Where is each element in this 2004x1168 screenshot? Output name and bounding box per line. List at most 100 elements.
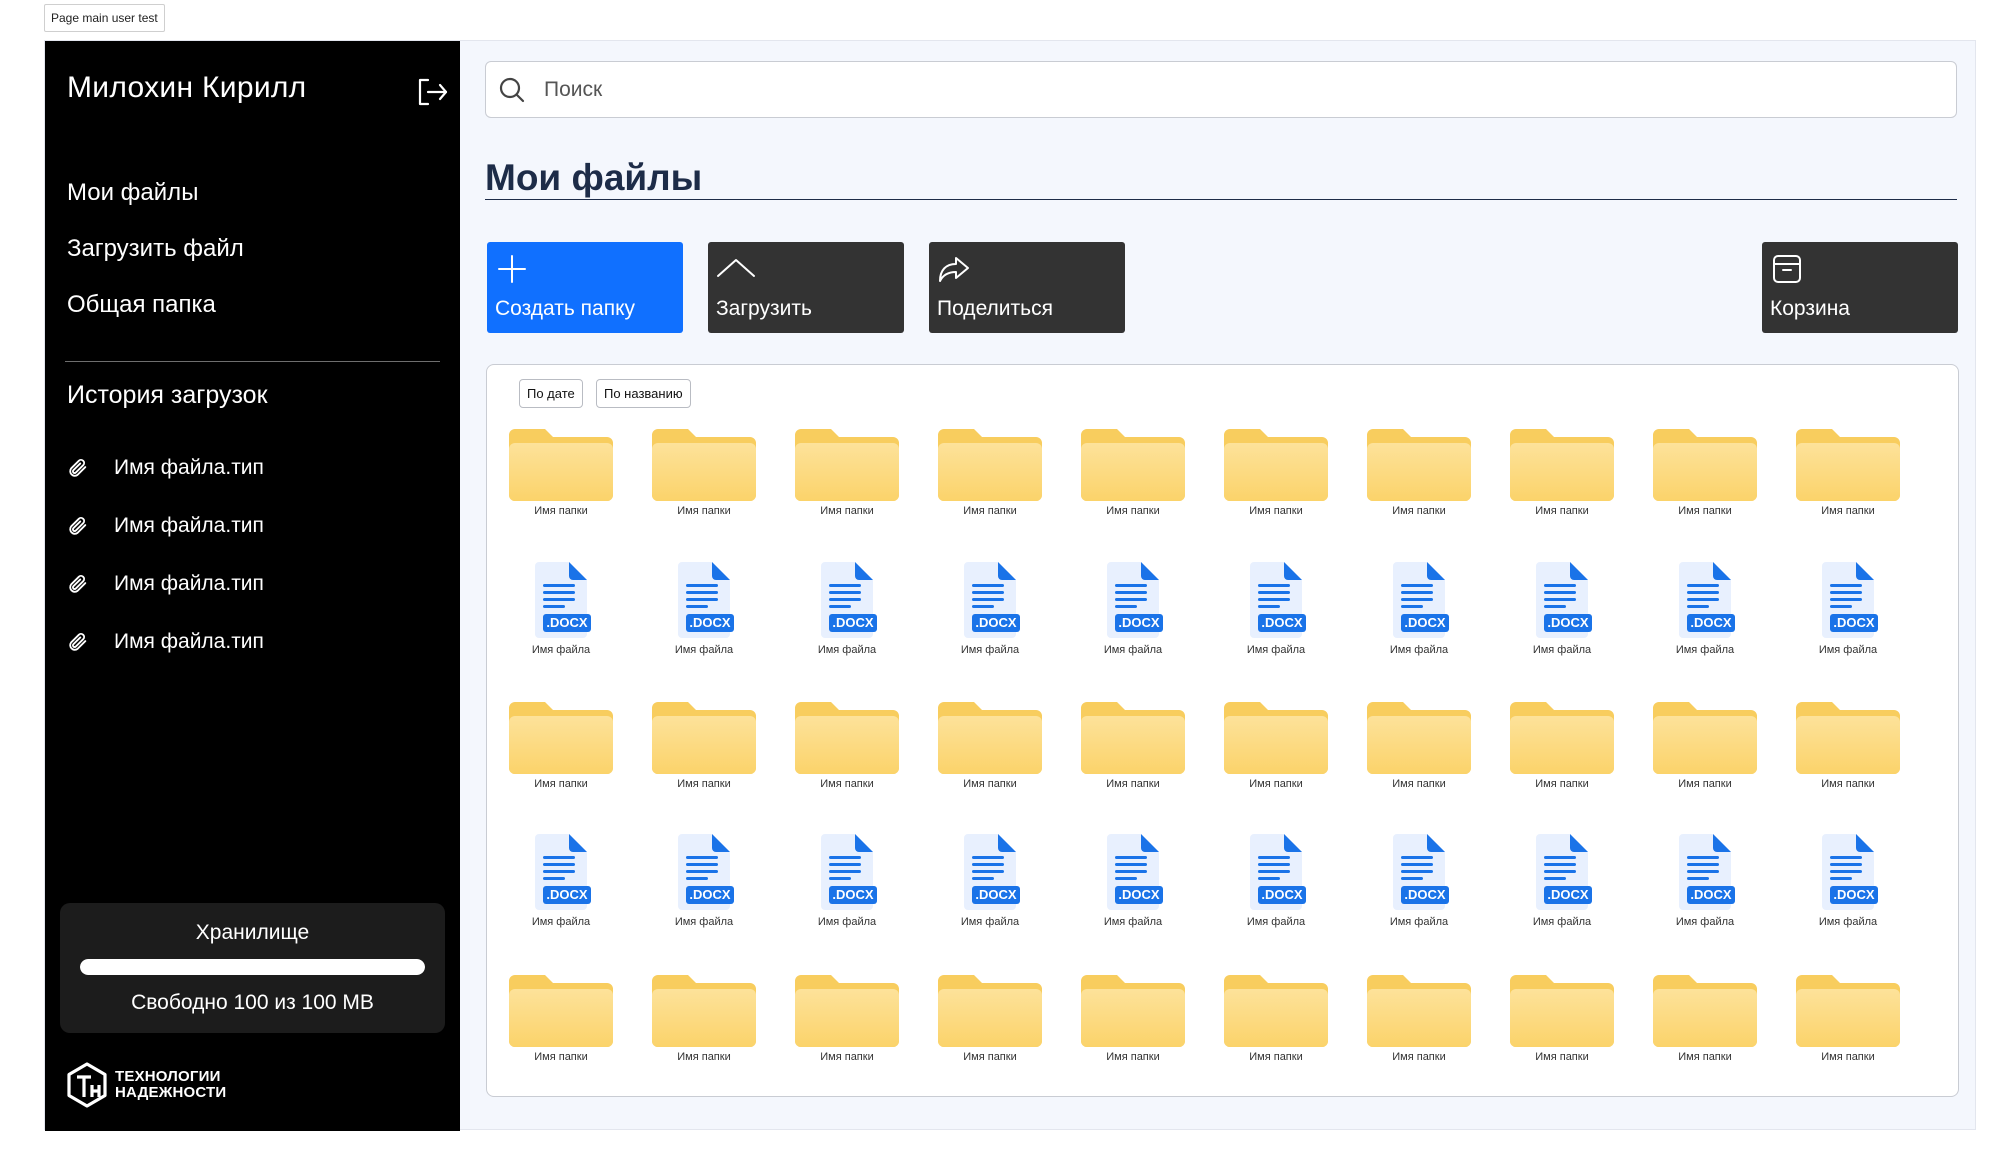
file-item[interactable]: .DOCX Имя файла (506, 560, 616, 656)
folder-item[interactable]: Имя папки (1078, 700, 1188, 790)
folder-item[interactable]: Имя папки (506, 700, 616, 790)
file-item[interactable]: .DOCX Имя файла (1507, 560, 1617, 656)
brand-line-1: ТЕХНОЛОГИИ (115, 1068, 221, 1085)
logout-icon[interactable] (415, 75, 449, 109)
folder-name: Имя папки (534, 778, 588, 790)
sort-by-name-button[interactable]: По названию (596, 379, 691, 408)
docx-badge: .DOCX (1404, 887, 1446, 902)
docx-file-icon: .DOCX (678, 834, 734, 910)
file-name: Имя файла (1389, 644, 1449, 656)
archive-icon (1773, 255, 1801, 283)
history-item[interactable]: Имя файла.тип (67, 613, 264, 671)
folder-item[interactable]: Имя папки (1650, 973, 1760, 1063)
folder-item[interactable]: Имя папки (1507, 427, 1617, 517)
folder-item[interactable]: Имя папки (1650, 700, 1760, 790)
file-name: Имя файла (960, 644, 1020, 656)
folder-item[interactable]: Имя папки (1221, 700, 1331, 790)
search-icon (499, 77, 525, 103)
folder-item[interactable]: Имя папки (1793, 427, 1903, 517)
folder-item[interactable]: Имя папки (649, 973, 759, 1063)
file-item[interactable]: .DOCX Имя файла (1078, 560, 1188, 656)
folder-item[interactable]: Имя папки (1364, 427, 1474, 517)
file-item[interactable]: .DOCX Имя файла (1221, 832, 1331, 928)
folder-item[interactable]: Имя папки (1793, 700, 1903, 790)
folder-item[interactable]: Имя папки (1364, 700, 1474, 790)
folder-item[interactable]: Имя папки (792, 427, 902, 517)
file-item[interactable]: .DOCX Имя файла (1650, 832, 1760, 928)
folder-icon (652, 975, 756, 1047)
folder-item[interactable]: Имя папки (649, 427, 759, 517)
file-name: Имя файла (1532, 644, 1592, 656)
folder-item[interactable]: Имя папки (1650, 427, 1760, 517)
docx-file-icon: .DOCX (1393, 562, 1449, 638)
folder-item[interactable]: Имя папки (506, 973, 616, 1063)
folder-icon (1367, 975, 1471, 1047)
docx-file-icon: .DOCX (1679, 562, 1735, 638)
folder-item[interactable]: Имя папки (649, 700, 759, 790)
folder-item[interactable]: Имя папки (1507, 700, 1617, 790)
folder-item[interactable]: Имя папки (935, 427, 1045, 517)
paperclip-icon (69, 632, 87, 651)
file-item[interactable]: .DOCX Имя файла (1793, 560, 1903, 656)
folder-item[interactable]: Имя папки (1507, 973, 1617, 1063)
search-input[interactable] (544, 62, 1924, 117)
folder-icon (1081, 429, 1185, 501)
folder-item[interactable]: Имя папки (935, 973, 1045, 1063)
folder-item[interactable]: Имя папки (1364, 973, 1474, 1063)
history-item-label: Имя файла.тип (114, 630, 264, 653)
docx-file-icon: .DOCX (1679, 834, 1735, 910)
file-item[interactable]: .DOCX Имя файла (1221, 560, 1331, 656)
folder-item[interactable]: Имя папки (792, 973, 902, 1063)
file-item[interactable]: .DOCX Имя файла (935, 832, 1045, 928)
chevron-up-icon (717, 259, 755, 277)
history-item-label: Имя файла.тип (114, 514, 264, 537)
file-item[interactable]: .DOCX Имя файла (649, 560, 759, 656)
folder-name: Имя папки (1106, 1051, 1160, 1063)
sidebar-item-my-files[interactable]: Мои файлы (67, 165, 244, 221)
share-icon (939, 257, 969, 282)
file-item[interactable]: .DOCX Имя файла (1364, 832, 1474, 928)
file-item[interactable]: .DOCX Имя файла (1793, 832, 1903, 928)
folder-icon (652, 702, 756, 774)
folder-item[interactable]: Имя папки (506, 427, 616, 517)
folder-icon (1653, 702, 1757, 774)
history-item[interactable]: Имя файла.тип (67, 439, 264, 497)
file-item[interactable]: .DOCX Имя файла (792, 832, 902, 928)
file-item[interactable]: .DOCX Имя файла (649, 832, 759, 928)
folder-name: Имя папки (677, 1051, 731, 1063)
file-item[interactable]: .DOCX Имя файла (506, 832, 616, 928)
docx-badge: .DOCX (689, 887, 731, 902)
folder-item[interactable]: Имя папки (1078, 973, 1188, 1063)
trash-button[interactable]: Корзина (1762, 242, 1958, 333)
docx-file-icon: .DOCX (1536, 834, 1592, 910)
folder-item[interactable]: Имя папки (792, 700, 902, 790)
history-item[interactable]: Имя файла.тип (67, 555, 264, 613)
docx-badge: .DOCX (1690, 615, 1732, 630)
sort-by-date-button[interactable]: По дате (519, 379, 583, 408)
folder-item[interactable]: Имя папки (1078, 427, 1188, 517)
history-item-label: Имя файла.тип (114, 572, 264, 595)
sidebar-item-upload-file[interactable]: Загрузить файл (67, 221, 244, 277)
file-item[interactable]: .DOCX Имя файла (1078, 832, 1188, 928)
folder-item[interactable]: Имя папки (1793, 973, 1903, 1063)
upload-button[interactable]: Загрузить (708, 242, 904, 333)
file-item[interactable]: .DOCX Имя файла (1364, 560, 1474, 656)
folder-icon (1510, 702, 1614, 774)
folder-item[interactable]: Имя папки (935, 700, 1045, 790)
folder-item[interactable]: Имя папки (1221, 973, 1331, 1063)
file-item[interactable]: .DOCX Имя файла (1650, 560, 1760, 656)
file-item[interactable]: .DOCX Имя файла (935, 560, 1045, 656)
docx-badge: .DOCX (1547, 615, 1589, 630)
folder-item[interactable]: Имя папки (1221, 427, 1331, 517)
history-item[interactable]: Имя файла.тип (67, 497, 264, 555)
file-item[interactable]: .DOCX Имя файла (1507, 832, 1617, 928)
create-folder-button[interactable]: Создать папку (487, 242, 683, 333)
sidebar-item-shared-folder[interactable]: Общая папка (67, 277, 244, 333)
file-item[interactable]: .DOCX Имя файла (792, 560, 902, 656)
docx-badge: .DOCX (546, 615, 588, 630)
folder-name: Имя папки (963, 1051, 1017, 1063)
folder-name: Имя папки (1821, 505, 1875, 517)
file-name: Имя файла (1675, 644, 1735, 656)
folder-icon (509, 702, 613, 774)
share-button[interactable]: Поделиться (929, 242, 1125, 333)
